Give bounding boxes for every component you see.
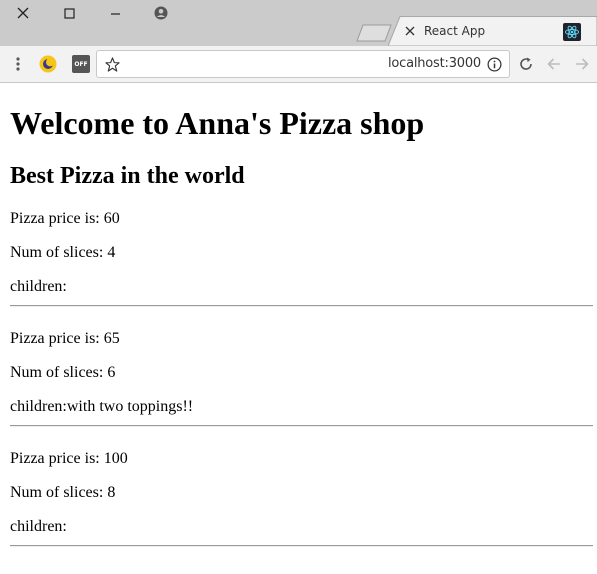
price-label: Pizza price is: xyxy=(10,450,104,467)
window-minimize-button[interactable] xyxy=(92,0,138,26)
pizza-price: Pizza price is: 65 xyxy=(10,330,120,348)
new-tab-button[interactable] xyxy=(356,24,392,42)
arrow-right-icon xyxy=(576,58,589,70)
divider xyxy=(10,545,593,547)
browser-menu-button[interactable] xyxy=(8,55,28,73)
maximize-icon xyxy=(63,7,75,19)
children-value: with two toppings!! xyxy=(66,398,194,415)
minimize-icon xyxy=(110,12,120,15)
window-close-button[interactable] xyxy=(0,0,46,26)
children-label: children: xyxy=(10,278,67,295)
pizza-children: children: xyxy=(10,278,67,296)
user-icon xyxy=(154,6,168,20)
slices-value: 4 xyxy=(107,244,116,261)
price-value: 65 xyxy=(103,330,120,347)
pizza-slices: Num of slices: 4 xyxy=(10,244,115,262)
back-button[interactable] xyxy=(544,54,564,74)
slices-label: Num of slices: xyxy=(10,484,108,501)
off-badge-label: OFF xyxy=(74,60,88,68)
children-label: children: xyxy=(10,398,67,415)
vertical-dots-icon xyxy=(16,57,20,71)
pizza-price: Pizza price is: 60 xyxy=(10,210,120,228)
site-info-button[interactable] xyxy=(485,55,503,73)
tab-close-icon[interactable] xyxy=(404,25,416,37)
price-label: Pizza price is: xyxy=(10,330,104,347)
pizza-children: children: xyxy=(10,518,67,536)
pizza-slices: Num of slices: 8 xyxy=(10,484,115,502)
react-logo-icon xyxy=(563,23,581,41)
pizza-price: Pizza price is: 100 xyxy=(10,450,128,468)
price-value: 100 xyxy=(103,450,128,467)
divider xyxy=(10,425,593,427)
window-maximize-button[interactable] xyxy=(46,0,92,26)
slices-label: Num of slices: xyxy=(10,244,108,261)
url-text[interactable]: localhost:3000 xyxy=(388,56,481,71)
forward-button[interactable] xyxy=(572,54,592,74)
browser-toolbar: OFF localhost:3000 xyxy=(0,46,597,83)
profile-button[interactable] xyxy=(138,0,184,26)
pizza-slices: Num of slices: 6 xyxy=(10,364,115,382)
tab-react-app[interactable]: React App xyxy=(388,16,597,46)
info-icon xyxy=(487,57,501,71)
price-label: Pizza price is: xyxy=(10,210,104,227)
reload-icon xyxy=(520,57,532,70)
pizza-children: children:with two toppings!! xyxy=(10,398,193,416)
off-extension-button[interactable]: OFF xyxy=(72,55,90,73)
page-title: Welcome to Anna's Pizza shop xyxy=(10,105,425,141)
moon-icon xyxy=(39,55,57,73)
night-mode-extension-button[interactable] xyxy=(38,54,58,74)
children-label: children: xyxy=(10,518,67,535)
bookmark-star-button[interactable] xyxy=(103,55,121,73)
divider xyxy=(10,305,593,307)
browser-title-bar: React App xyxy=(0,0,597,46)
slices-value: 8 xyxy=(107,484,116,501)
tab-title: React App xyxy=(424,24,486,38)
star-icon xyxy=(104,56,120,72)
page-subtitle: Best Pizza in the world xyxy=(10,163,245,189)
reload-button[interactable] xyxy=(516,54,536,74)
slices-value: 6 xyxy=(107,364,116,381)
slices-label: Num of slices: xyxy=(10,364,108,381)
address-bar[interactable]: localhost:3000 xyxy=(96,50,510,78)
arrow-left-icon xyxy=(547,58,560,70)
price-value: 60 xyxy=(103,210,120,227)
close-icon xyxy=(17,7,29,19)
